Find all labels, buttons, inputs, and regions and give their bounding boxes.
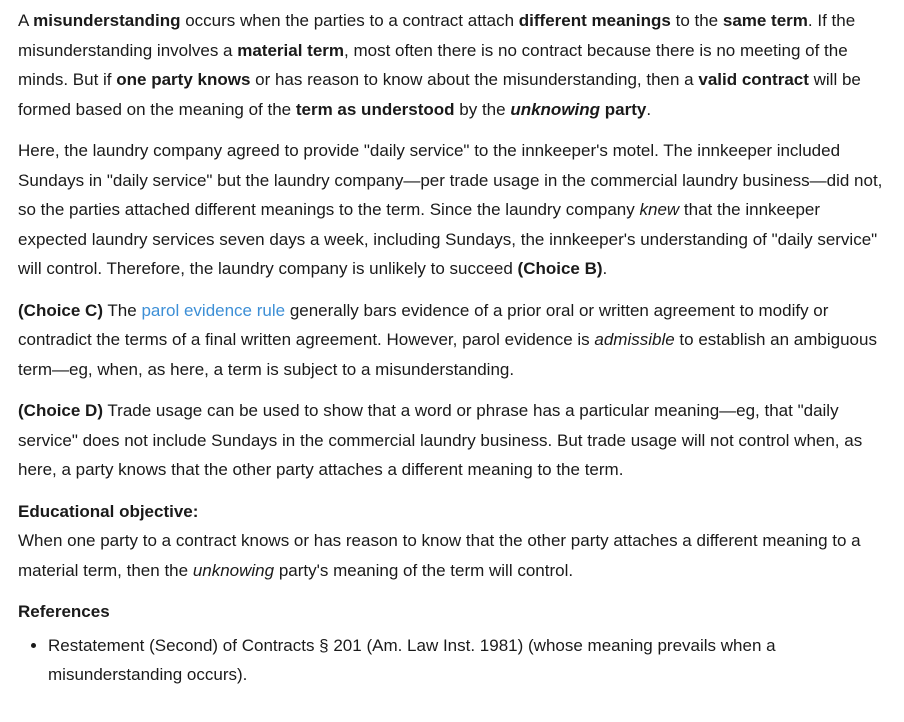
emphasized-text: unknowing — [510, 99, 601, 119]
emphasized-text: (Choice C) — [18, 300, 103, 320]
references-list: Restatement (Second) of Contracts § 201 … — [18, 631, 888, 690]
explanation-paragraph-application: Here, the laundry company agreed to prov… — [18, 136, 888, 284]
objective-text: When one party to a contract knows or ha… — [18, 526, 888, 585]
reference-item: Restatement (Second) of Contracts § 201 … — [48, 631, 888, 690]
text-run: Trade usage can be used to show that a w… — [18, 401, 863, 479]
explanation-paragraph-choice-c: (Choice C) The parol evidence rule gener… — [18, 296, 888, 385]
references-section: References Restatement (Second) of Contr… — [18, 597, 888, 690]
emphasized-text: one party knows — [116, 70, 251, 89]
explanation-panel: A misunderstanding occurs when the parti… — [0, 0, 888, 690]
text-run: or has reason to know about the misunder… — [250, 70, 699, 89]
emphasized-text: term as understood — [295, 99, 455, 119]
text-run: . — [602, 259, 608, 278]
emphasized-text: same term — [722, 11, 808, 30]
text-run: to the — [670, 11, 723, 30]
text-run: occurs when the parties to a contract at… — [180, 11, 519, 30]
emphasized-text: (Choice B) — [517, 259, 603, 278]
text-run: party's meaning of the term will control… — [274, 560, 574, 580]
explanation-paragraph-rule: A misunderstanding occurs when the parti… — [18, 6, 888, 124]
references-heading: References — [18, 602, 110, 621]
educational-objective: Educational objective: When one party to… — [18, 497, 888, 586]
text-run: by the — [454, 99, 511, 119]
text-run: A — [18, 11, 34, 30]
emphasized-text: knew — [639, 200, 680, 219]
text-run: The — [103, 300, 142, 320]
explanation-paragraph-choice-d: (Choice D) Trade usage can be used to sh… — [18, 396, 888, 485]
emphasized-text: (Choice D) — [18, 401, 103, 420]
emphasized-text: admissible — [594, 330, 675, 349]
emphasized-text: valid contract — [698, 70, 809, 89]
emphasized-text: material term — [237, 40, 345, 60]
emphasized-text: party — [600, 99, 647, 119]
emphasized-text: unknowing — [192, 560, 275, 580]
emphasized-text: misunderstanding — [33, 11, 181, 30]
objective-heading: Educational objective: — [18, 501, 199, 521]
parol-evidence-rule-link[interactable]: parol evidence rule — [141, 301, 285, 320]
emphasized-text: different meanings — [518, 11, 671, 30]
text-run: . — [646, 99, 652, 119]
